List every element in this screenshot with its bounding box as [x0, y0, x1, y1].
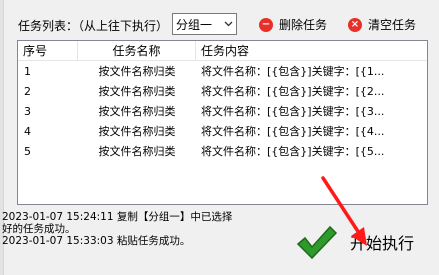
- clear-task-button[interactable]: × 清空任务: [348, 16, 416, 33]
- task-list-label: 任务列表：（从上往下执行）: [18, 19, 169, 33]
- row-index: 5: [24, 144, 31, 158]
- green-checkmark-icon: [296, 225, 338, 260]
- row-task-name: 按文件名称归类: [98, 85, 176, 98]
- row-index: 4: [24, 124, 31, 138]
- row-task-content: 将文件名称：[{包含}]关键字：[{2...: [201, 85, 385, 98]
- table-header: 序号 任务名称 任务内容: [18, 41, 427, 61]
- row-index: 3: [24, 104, 31, 118]
- chevron-down-icon: [220, 14, 236, 34]
- log-line: 2023-01-07 15:33:03 粘贴任务成功。: [2, 235, 191, 247]
- row-index: 1: [24, 64, 31, 78]
- start-execute-button[interactable]: 开始执行: [288, 214, 428, 270]
- table-row[interactable]: 5 按文件名称归类 将文件名称：[{包含}]关键字：[{5...: [18, 141, 427, 161]
- table-row[interactable]: 3 按文件名称归类 将文件名称：[{包含}]关键字：[{3...: [18, 101, 427, 121]
- log-line: 好的任务成功。: [2, 223, 76, 235]
- minus-circle-icon: −: [259, 17, 273, 32]
- row-index: 2: [24, 84, 31, 98]
- row-task-content: 将文件名称：[{包含}]关键字：[{3...: [201, 105, 385, 118]
- close-circle-icon: ×: [348, 17, 362, 32]
- log-output: 2023-01-07 15:24:11 复制【分组一】中已选择 好的任务成功。 …: [2, 211, 277, 247]
- table-row[interactable]: 2 按文件名称归类 将文件名称：[{包含}]关键字：[{2...: [18, 81, 427, 101]
- task-table[interactable]: 序号 任务名称 任务内容 1 按文件名称归类 将文件名称：[{包含}]关键字：[…: [17, 40, 428, 205]
- row-task-content: 将文件名称：[{包含}]关键字：[{1...: [201, 65, 385, 78]
- delete-task-label: 删除任务: [279, 18, 328, 32]
- table-row[interactable]: 1 按文件名称归类 将文件名称：[{包含}]关键字：[{1...: [18, 61, 427, 81]
- row-task-name: 按文件名称归类: [98, 125, 176, 138]
- row-task-name: 按文件名称归类: [98, 105, 176, 118]
- header-task-content[interactable]: 任务内容: [196, 41, 427, 60]
- row-task-content: 将文件名称：[{包含}]关键字：[{5...: [201, 145, 385, 158]
- start-execute-label: 开始执行: [350, 234, 415, 253]
- group-select[interactable]: 分组一: [172, 13, 237, 35]
- row-task-name: 按文件名称归类: [98, 145, 176, 158]
- clear-task-label: 清空任务: [368, 18, 417, 32]
- header-index[interactable]: 序号: [18, 41, 78, 60]
- log-line: 2023-01-07 15:24:11 复制【分组一】中已选择: [2, 211, 233, 223]
- header-task-name[interactable]: 任务名称: [78, 41, 196, 60]
- row-task-content: 将文件名称：[{包含}]关键字：[{4...: [201, 125, 385, 138]
- row-task-name: 按文件名称归类: [98, 65, 176, 78]
- table-row[interactable]: 4 按文件名称归类 将文件名称：[{包含}]关键字：[{4...: [18, 121, 427, 141]
- delete-task-button[interactable]: − 删除任务: [259, 16, 327, 33]
- group-select-value: 分组一: [176, 17, 213, 32]
